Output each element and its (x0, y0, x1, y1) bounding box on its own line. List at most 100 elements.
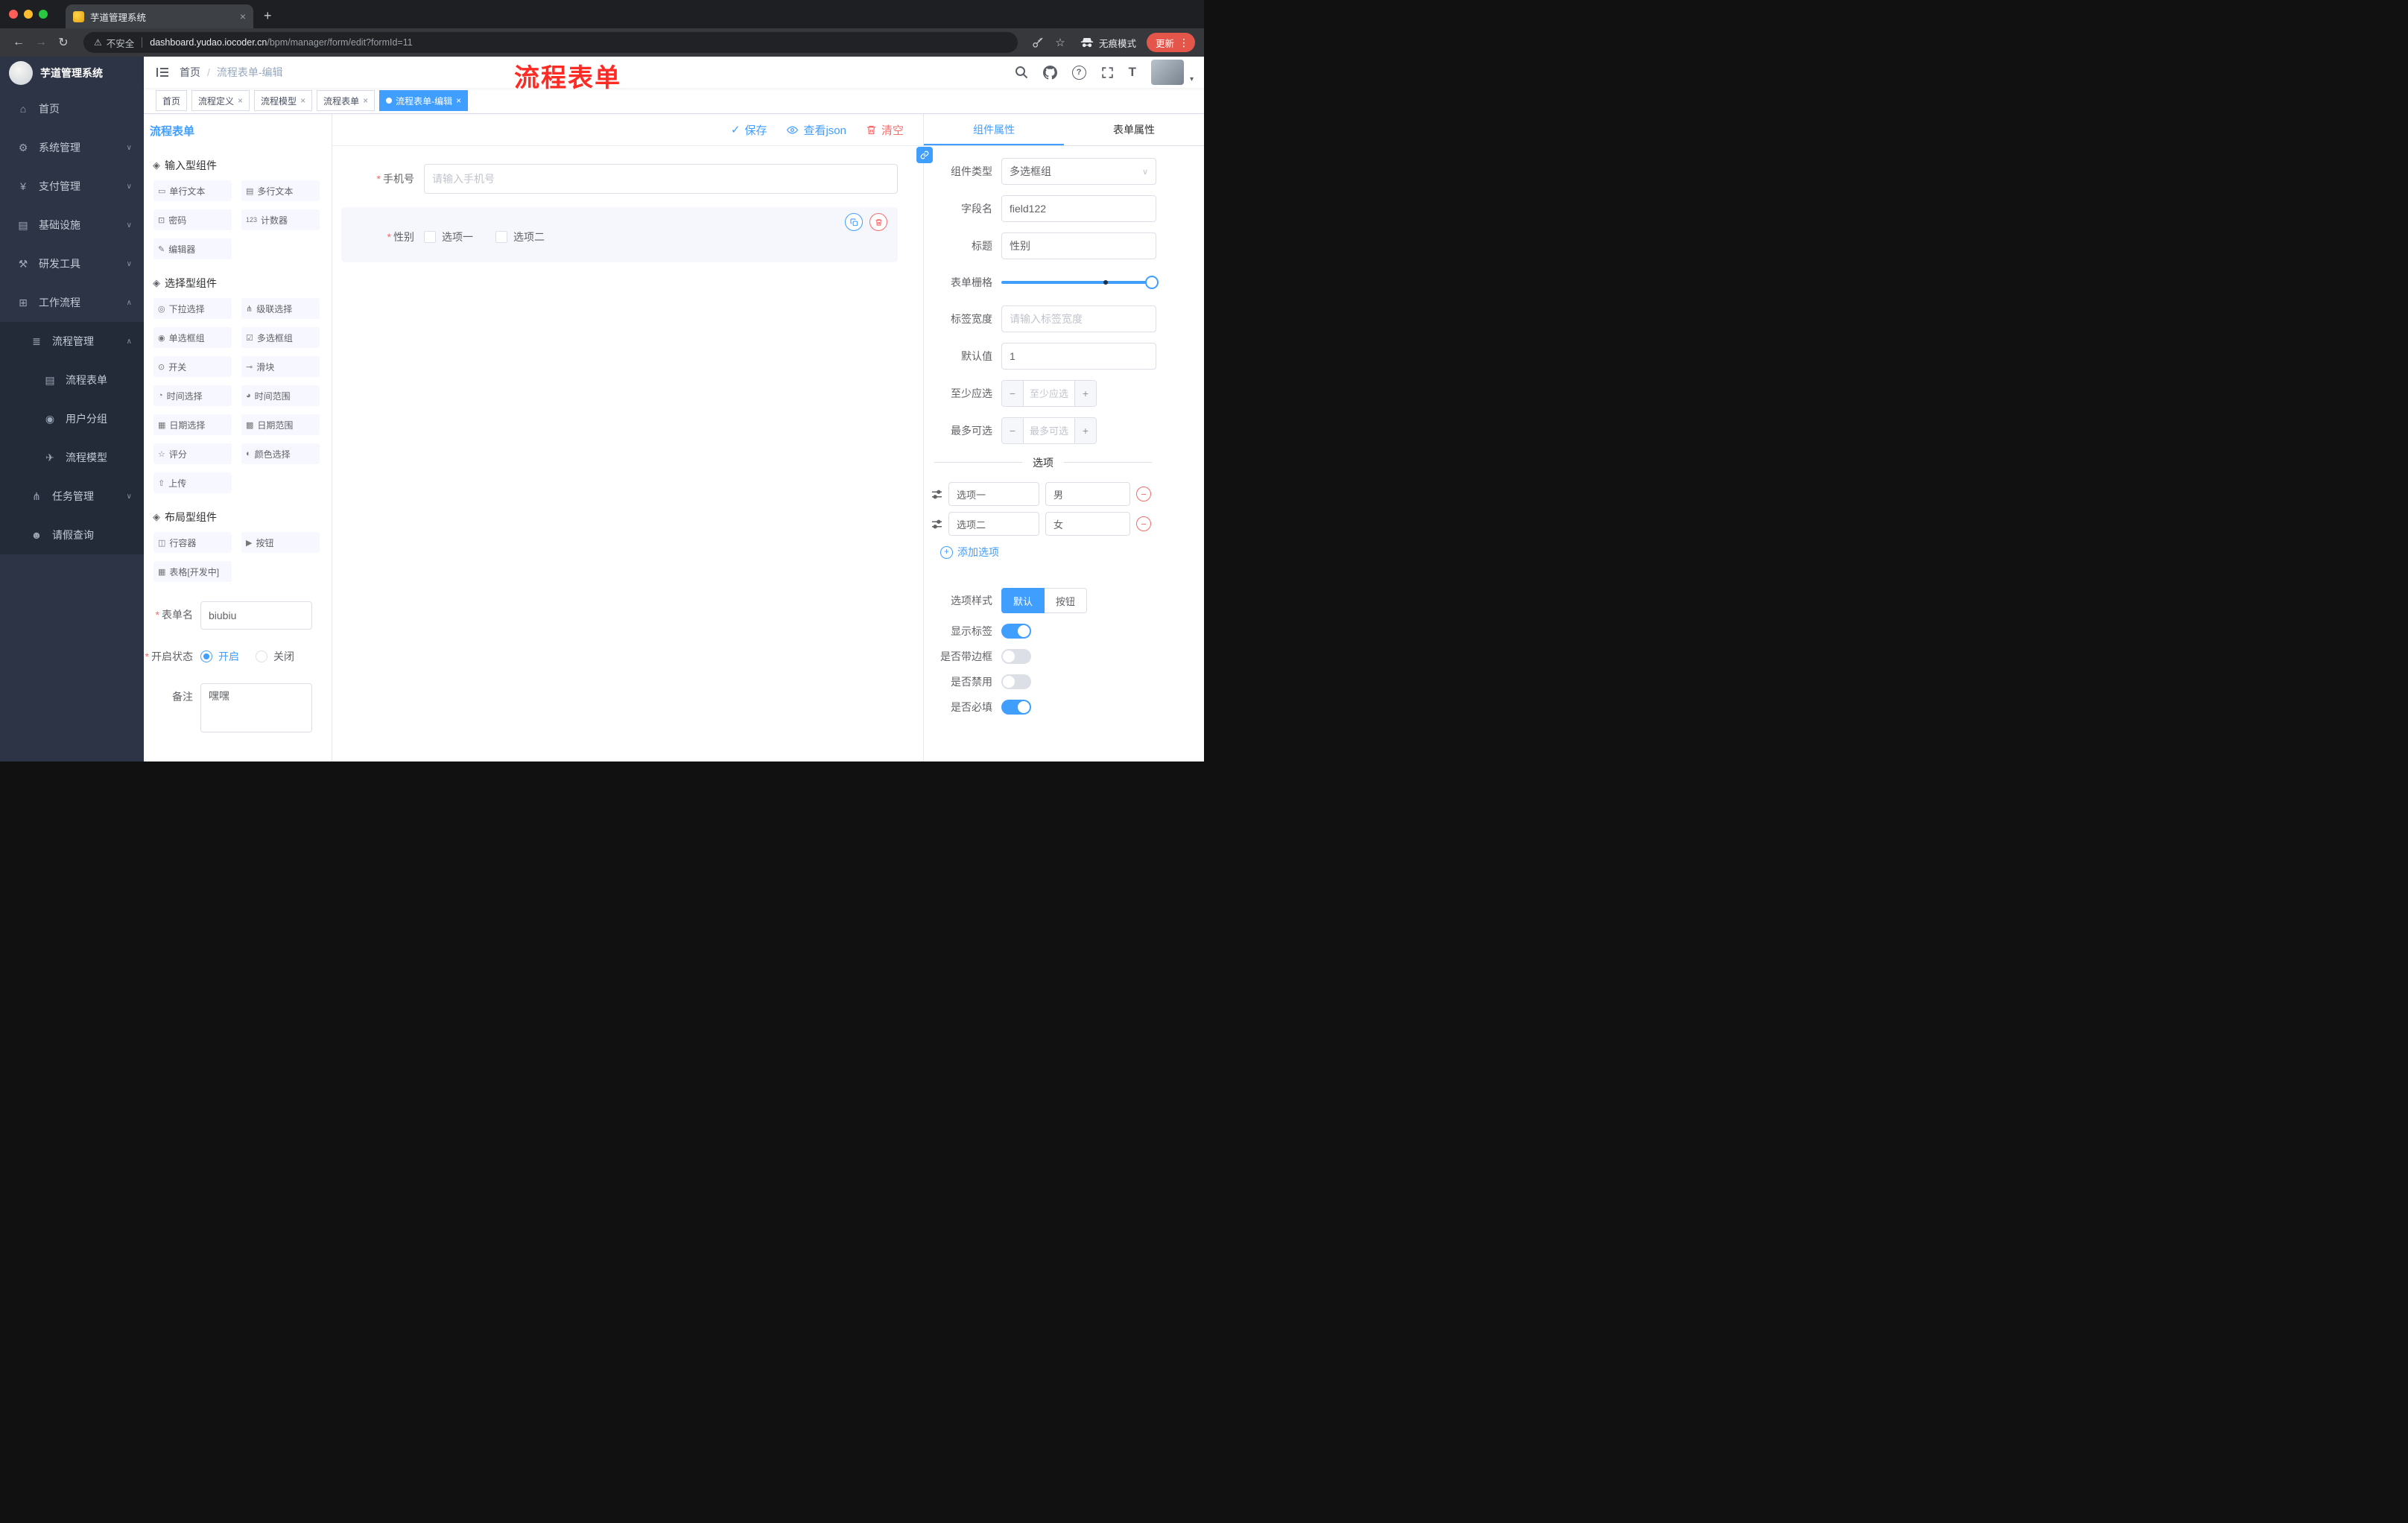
fullscreen-icon[interactable] (1101, 66, 1114, 79)
option-value-input[interactable] (1045, 512, 1130, 536)
palette-item-radio-group[interactable]: ◉ 单选框组 (153, 327, 232, 348)
required-toggle[interactable] (1001, 700, 1031, 715)
decrease-button[interactable]: − (1002, 418, 1024, 443)
tag-close-icon[interactable]: × (300, 95, 305, 106)
palette-item-date-picker[interactable]: ▦ 日期选择 (153, 414, 232, 435)
bookmark-star-icon[interactable]: ☆ (1051, 36, 1070, 49)
option-label-input[interactable] (948, 482, 1039, 506)
tag-process-model[interactable]: 流程模型 × (254, 90, 313, 111)
tag-process-definition[interactable]: 流程定义 × (191, 90, 250, 111)
option-label-input[interactable] (948, 512, 1039, 536)
palette-item-counter[interactable]: 123 计数器 (241, 209, 320, 230)
tag-close-icon[interactable]: × (363, 95, 368, 106)
key-icon[interactable] (1028, 37, 1048, 48)
palette-item-color-picker[interactable]: ◐ 颜色选择 (241, 443, 320, 464)
tag-close-icon[interactable]: × (238, 95, 243, 106)
status-off-radio[interactable] (256, 650, 267, 662)
tab-close-icon[interactable]: × (240, 10, 246, 22)
min-select-input[interactable] (1024, 381, 1074, 406)
checkbox[interactable] (495, 231, 507, 243)
view-json-button[interactable]: 查看json (786, 122, 846, 138)
sidebar-item-dev-tools[interactable]: ⚒ 研发工具 ∨ (0, 244, 144, 283)
option-value-input[interactable] (1045, 482, 1130, 506)
gender-option-2[interactable]: 选项二 (495, 229, 545, 244)
user-avatar[interactable] (1150, 60, 1184, 85)
show-label-toggle[interactable] (1001, 624, 1031, 639)
clear-button[interactable]: 清空 (866, 122, 904, 138)
canvas-field-gender[interactable]: * 性别 选项一 选项二 (341, 207, 898, 262)
form-grid-slider[interactable] (1001, 270, 1159, 295)
help-icon[interactable]: ? (1071, 65, 1086, 80)
tab-component-props[interactable]: 组件属性 (924, 114, 1064, 145)
max-select-input[interactable] (1024, 418, 1074, 443)
option-style-button-button[interactable]: 按钮 (1045, 588, 1088, 613)
sidebar-item-process-model[interactable]: ✈ 流程模型 (0, 438, 144, 477)
sidebar-item-infrastructure[interactable]: ▤ 基础设施 ∨ (0, 206, 144, 244)
font-size-icon[interactable]: T (1129, 65, 1136, 80)
breadcrumb-home[interactable]: 首页 (180, 65, 200, 80)
decrease-button[interactable]: − (1002, 381, 1024, 406)
sidebar-item-workflow[interactable]: ⊞ 工作流程 ∧ (0, 283, 144, 322)
palette-item-row-container[interactable]: ◫ 行容器 (153, 532, 232, 553)
increase-button[interactable]: + (1074, 418, 1096, 443)
palette-item-password[interactable]: ⊡ 密码 (153, 209, 232, 230)
tab-form-props[interactable]: 表单属性 (1064, 114, 1204, 145)
sidebar-item-payment-mgmt[interactable]: ¥ 支付管理 ∨ (0, 167, 144, 206)
palette-item-upload[interactable]: ⇧ 上传 (153, 472, 232, 493)
new-tab-button[interactable]: + (264, 8, 272, 24)
sidebar-item-system-mgmt[interactable]: ⚙ 系统管理 ∨ (0, 128, 144, 167)
sidebar-item-leave-query[interactable]: ☻ 请假查询 (0, 516, 144, 554)
forward-button[interactable]: → (31, 36, 51, 49)
save-button[interactable]: ✓ 保存 (731, 122, 767, 138)
border-toggle[interactable] (1001, 649, 1031, 664)
palette-item-rating[interactable]: ☆ 评分 (153, 443, 232, 464)
link-icon[interactable] (916, 147, 933, 163)
palette-item-button[interactable]: ▶ 按钮 (241, 532, 320, 553)
tag-home[interactable]: 首页 (156, 90, 188, 111)
window-close-button[interactable] (9, 10, 18, 19)
reload-button[interactable]: ↻ (54, 35, 73, 50)
update-button[interactable]: 更新 ⋮ (1146, 33, 1195, 52)
remove-option-button[interactable]: − (1136, 487, 1151, 501)
add-option-link[interactable]: + 添加选项 (940, 545, 1156, 560)
remove-option-button[interactable]: − (1136, 516, 1151, 531)
palette-item-single-line-text[interactable]: ▭ 单行文本 (153, 180, 232, 201)
browser-menu-icon[interactable]: ⋮ (1179, 37, 1189, 49)
palette-item-table[interactable]: ▦ 表格[开发中] (153, 561, 232, 582)
field-name-input[interactable] (1001, 195, 1156, 222)
window-zoom-button[interactable] (39, 10, 48, 19)
component-type-select[interactable]: 多选框组 ∨ (1001, 158, 1156, 185)
sidebar-item-process-mgmt[interactable]: ≣ 流程管理 ∧ (0, 322, 144, 361)
search-icon[interactable] (1015, 66, 1028, 79)
drag-handle-icon[interactable] (931, 489, 942, 500)
palette-item-slider[interactable]: ⊸ 滑块 (241, 356, 320, 377)
gender-option-1[interactable]: 选项一 (424, 229, 473, 244)
browser-tab[interactable]: 芋道管理系统 × (66, 4, 253, 28)
palette-item-checkbox-group[interactable]: ☑ 多选框组 (241, 327, 320, 348)
increase-button[interactable]: + (1074, 381, 1096, 406)
label-width-input[interactable] (1001, 305, 1156, 332)
sidebar-item-user-group[interactable]: ◉ 用户分组 (0, 399, 144, 438)
palette-item-date-range[interactable]: ▩ 日期范围 (241, 414, 320, 435)
sidebar-item-process-form[interactable]: ▤ 流程表单 (0, 361, 144, 399)
tag-close-icon[interactable]: × (456, 95, 461, 106)
slider-handle[interactable] (1145, 276, 1159, 289)
sidebar-item-home[interactable]: ⌂ 首页 (0, 89, 144, 128)
default-value-input[interactable] (1001, 343, 1156, 370)
disabled-toggle[interactable] (1001, 674, 1031, 689)
palette-item-cascade-select[interactable]: ⋔ 级联选择 (241, 298, 320, 319)
back-button[interactable]: ← (9, 36, 28, 49)
phone-input[interactable] (424, 164, 898, 194)
option-style-default-button[interactable]: 默认 (1001, 588, 1045, 613)
palette-item-switch[interactable]: ⊙ 开关 (153, 356, 232, 377)
title-input[interactable] (1001, 232, 1156, 259)
window-minimize-button[interactable] (24, 10, 33, 19)
canvas-field-phone[interactable]: * 手机号 (341, 158, 898, 200)
form-remark-textarea[interactable]: 嘿嘿 (200, 683, 312, 732)
palette-item-time-picker[interactable]: ◔ 时间选择 (153, 385, 232, 406)
palette-item-dropdown-select[interactable]: ◎ 下拉选择 (153, 298, 232, 319)
palette-item-editor[interactable]: ✎ 编辑器 (153, 238, 232, 259)
sidebar-item-task-mgmt[interactable]: ⋔ 任务管理 ∨ (0, 477, 144, 516)
github-icon[interactable] (1042, 65, 1057, 80)
address-bar[interactable]: ⚠ 不安全 dashboard.yudao.iocoder.cn/bpm/man… (83, 32, 1018, 53)
